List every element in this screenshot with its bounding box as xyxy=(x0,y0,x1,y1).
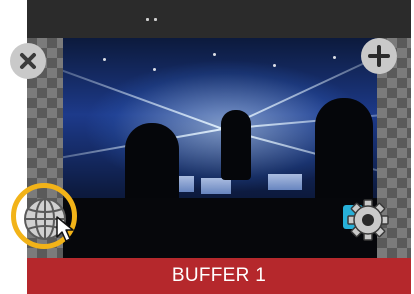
monitor-glow xyxy=(268,174,302,190)
plus-icon xyxy=(368,45,390,67)
source-tile[interactable] xyxy=(27,0,411,294)
source-label-bar[interactable]: BUFFER 1 xyxy=(27,258,411,294)
stage-light xyxy=(153,68,156,71)
gear-icon xyxy=(347,199,389,241)
remove-source-button[interactable] xyxy=(10,43,46,79)
person-silhouette xyxy=(221,110,251,180)
light-beam xyxy=(63,45,224,130)
source-label: BUFFER 1 xyxy=(171,265,267,286)
dot-indicator xyxy=(146,18,149,21)
stage-light xyxy=(103,58,106,61)
tile-top-bar xyxy=(27,0,411,38)
stage-light xyxy=(273,64,276,67)
settings-button[interactable] xyxy=(345,197,391,243)
close-icon xyxy=(20,53,36,69)
monitor-glow xyxy=(201,178,231,194)
stage-light xyxy=(333,56,336,59)
dot-indicator xyxy=(154,18,157,21)
add-source-button[interactable] xyxy=(361,38,397,74)
source-preview-thumbnail[interactable] xyxy=(63,38,377,258)
stage-light xyxy=(213,53,216,56)
mouse-cursor-icon xyxy=(56,216,74,242)
console-desk xyxy=(63,198,377,258)
